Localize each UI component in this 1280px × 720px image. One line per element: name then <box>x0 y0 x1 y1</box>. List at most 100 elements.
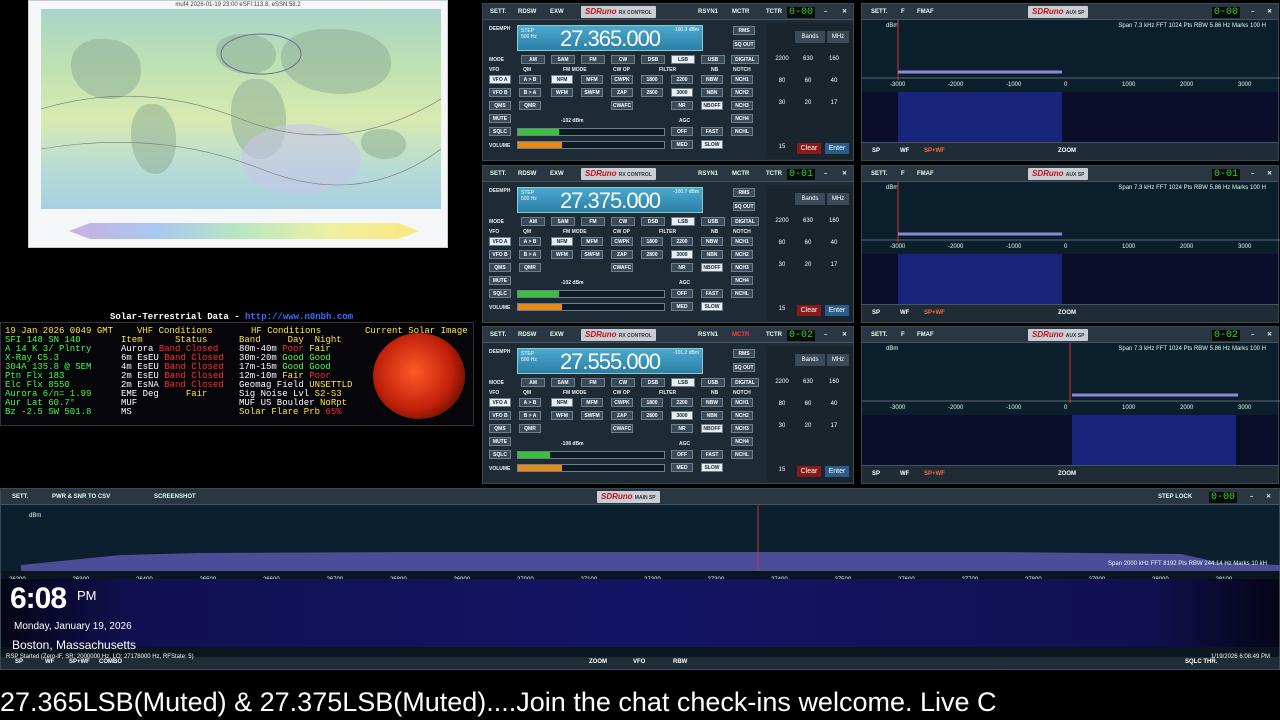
rsyn-button[interactable]: RSYN1 <box>695 330 721 340</box>
aux-zoom-control[interactable]: ZOOM <box>1058 471 1076 477</box>
mode-button-fm[interactable]: FM <box>581 55 605 64</box>
mode-button-am[interactable]: AM <box>521 378 545 387</box>
aux-sett-button[interactable]: SETT. <box>868 330 890 340</box>
aux-f-button[interactable]: F <box>898 7 908 17</box>
agc-fast-button[interactable]: FAST <box>701 127 723 136</box>
ab-button[interactable]: A > B <box>519 398 541 407</box>
band-key-80[interactable]: 80 <box>771 398 793 410</box>
band-key-17[interactable]: 17 <box>823 420 845 432</box>
mode-button-lsb[interactable]: LSB <box>671 55 695 64</box>
rdsw-button[interactable]: RDSW <box>515 7 539 17</box>
nfm-button[interactable]: NFM <box>551 398 573 407</box>
mfm-button[interactable]: MFM <box>581 75 603 84</box>
swfm-button[interactable]: SWFM <box>581 250 603 259</box>
aux-sp-button[interactable]: SP <box>872 310 880 316</box>
nboff-button[interactable]: NBOFF <box>701 263 723 272</box>
enter-button[interactable]: Enter <box>825 305 849 316</box>
aux-minimize-button[interactable]: – <box>1248 330 1257 340</box>
mhz-button[interactable]: MHz <box>827 354 849 366</box>
aux-sett-button[interactable]: SETT. <box>868 169 890 179</box>
band-key-20[interactable]: 20 <box>797 97 819 109</box>
qms-button[interactable]: QMS <box>489 424 511 433</box>
aux-waterfall[interactable] <box>862 254 1278 306</box>
mode-button-usb[interactable]: USB <box>701 378 725 387</box>
f2200-button[interactable]: 2200 <box>671 398 693 407</box>
volume-slider[interactable] <box>517 141 665 149</box>
aux-fmaf-button[interactable]: FMAF <box>914 330 937 340</box>
rms-button[interactable]: RMS <box>733 188 755 197</box>
nfm-button[interactable]: NFM <box>551 237 573 246</box>
agc-slow-button[interactable]: SLOW <box>701 302 723 311</box>
cwafc-button[interactable]: CWAFC <box>611 424 633 433</box>
agc-off-button[interactable]: OFF <box>671 450 693 459</box>
aux-minimize-button[interactable]: – <box>1248 7 1257 17</box>
exw-button[interactable]: EXW <box>547 7 567 17</box>
aux-wf-button[interactable]: WF <box>900 471 909 477</box>
aux-f-button[interactable]: F <box>898 169 908 179</box>
agc-slow-button[interactable]: SLOW <box>701 463 723 472</box>
frequency-display[interactable]: 27.375.000 STEP 500 Hz -100.7 dBm <box>517 187 703 213</box>
sqout-button[interactable]: SQ OUT <box>733 202 755 211</box>
agc-med-button[interactable]: MED <box>671 302 693 311</box>
pwr-snr-csv-button[interactable]: PWR & SNR TO CSV <box>49 492 113 502</box>
f3000-button[interactable]: 3000 <box>671 411 693 420</box>
band-key-40[interactable]: 40 <box>823 75 845 87</box>
frequency-display[interactable]: 27.555.000 STEP 500 Hz -101.2 dBm <box>517 348 703 374</box>
band-key-80[interactable]: 80 <box>771 75 793 87</box>
aux-close-button[interactable]: ✕ <box>1264 330 1275 340</box>
aux-fmaf-button[interactable]: FMAF <box>914 7 937 17</box>
clear-button[interactable]: Clear <box>797 466 821 477</box>
mode-button-dsb[interactable]: DSB <box>641 378 665 387</box>
nfm-button[interactable]: NFM <box>551 75 573 84</box>
aux-spwf-button[interactable]: SP+WF <box>924 471 945 477</box>
aux-spectrum-graph[interactable]: dBm Span 7.3 kHz FFT 1024 Pts RBW 5.86 Hz… <box>862 343 1280 415</box>
frequency-display[interactable]: 27.365.000 STEP 500 Hz -100.3 dBm <box>517 25 703 51</box>
band-key-2200[interactable]: 2200 <box>771 376 793 388</box>
aux-spwf-button[interactable]: SP+WF <box>924 148 945 154</box>
aux-sp-button[interactable]: SP <box>872 471 880 477</box>
aux-zoom-control[interactable]: ZOOM <box>1058 148 1076 154</box>
close-button[interactable]: ✕ <box>839 7 850 17</box>
bands-button[interactable]: Bands <box>795 354 825 366</box>
band-key-17[interactable]: 17 <box>823 259 845 271</box>
cwpk-button[interactable]: CWPK <box>611 237 633 246</box>
nch1-button[interactable]: NCH1 <box>731 398 753 407</box>
qmr-button[interactable]: QMR <box>519 101 541 110</box>
nr-button[interactable]: NR <box>671 424 693 433</box>
sett-button[interactable]: SETT. <box>487 330 509 340</box>
qms-button[interactable]: QMS <box>489 101 511 110</box>
cwafc-button[interactable]: CWAFC <box>611 101 633 110</box>
nbw-button[interactable]: NBW <box>701 75 723 84</box>
close-button[interactable]: ✕ <box>839 169 850 179</box>
agc-med-button[interactable]: MED <box>671 463 693 472</box>
sqlc-button[interactable]: SQLC <box>489 289 511 298</box>
qms-button[interactable]: QMS <box>489 263 511 272</box>
mfm-button[interactable]: MFM <box>581 398 603 407</box>
nr-button[interactable]: NR <box>671 263 693 272</box>
aux-sp-button[interactable]: SP <box>872 148 880 154</box>
main-rbw-control[interactable]: RBW <box>673 659 687 665</box>
aux-close-button[interactable]: ✕ <box>1264 7 1275 17</box>
main-zoom-control[interactable]: ZOOM <box>589 659 607 665</box>
mode-button-am[interactable]: AM <box>521 55 545 64</box>
mode-button-dsb[interactable]: DSB <box>641 55 665 64</box>
aux-spectrum-graph[interactable]: dBm Span 7.3 kHz FFT 1024 Pts RBW 5.86 Hz… <box>862 182 1280 254</box>
f1800-button[interactable]: 1800 <box>641 398 663 407</box>
tctr-button[interactable]: TCTR <box>763 7 785 17</box>
nboff-button[interactable]: NBOFF <box>701 101 723 110</box>
mfm-button[interactable]: MFM <box>581 237 603 246</box>
mode-button-lsb[interactable]: LSB <box>671 378 695 387</box>
cwpk-button[interactable]: CWPK <box>611 398 633 407</box>
mode-button-digital[interactable]: DIGITAL <box>731 55 759 64</box>
vfoa-button[interactable]: VFO A <box>489 237 511 246</box>
mhz-button[interactable]: MHz <box>827 193 849 205</box>
volume-slider[interactable] <box>517 303 665 311</box>
aux-waterfall[interactable] <box>862 92 1278 144</box>
qmr-button[interactable]: QMR <box>519 263 541 272</box>
band-key-60[interactable]: 60 <box>797 237 819 249</box>
main-sett-button[interactable]: SETT. <box>9 492 31 502</box>
rsyn-button[interactable]: RSYN1 <box>695 169 721 179</box>
main-vfo-control[interactable]: VFO <box>633 659 645 665</box>
mode-button-am[interactable]: AM <box>521 217 545 226</box>
aux-close-button[interactable]: ✕ <box>1264 169 1275 179</box>
